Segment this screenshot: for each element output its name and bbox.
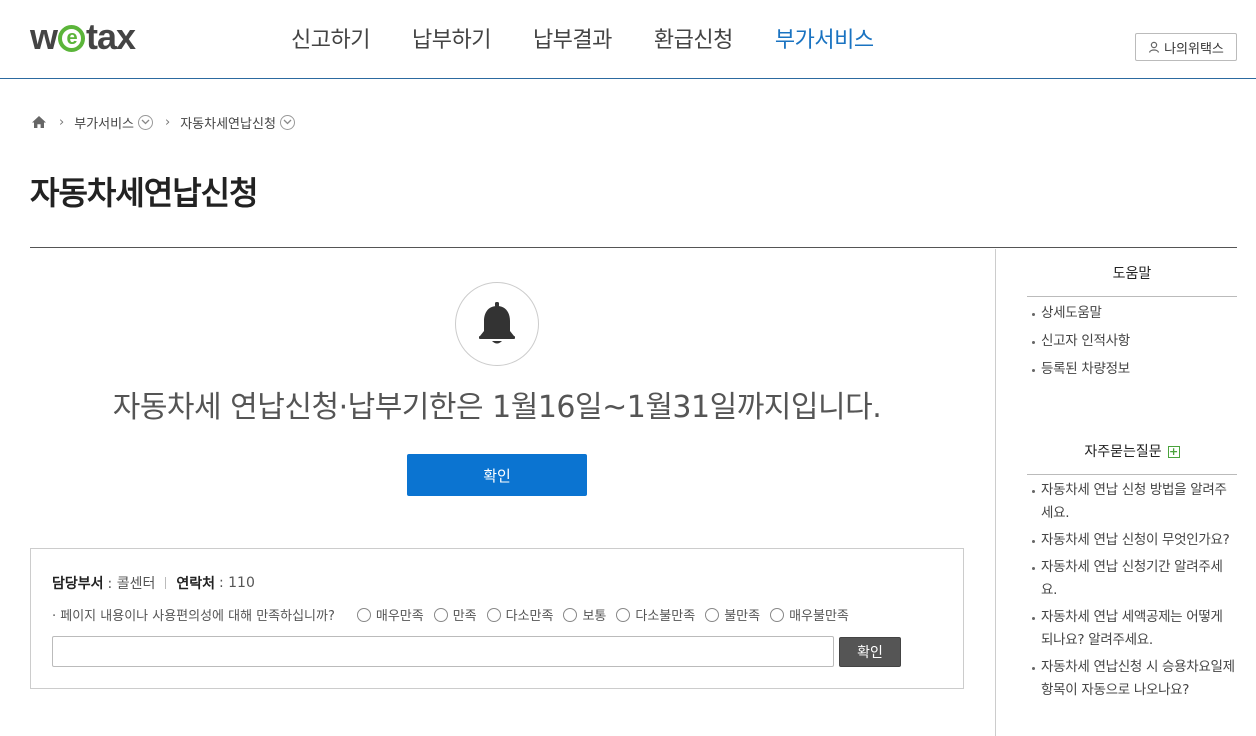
radio-button[interactable] bbox=[486, 607, 501, 622]
radio-somewhat-satisfied[interactable]: 다소만족 bbox=[486, 605, 554, 624]
radio-label: 보통 bbox=[582, 609, 607, 624]
bell-icon bbox=[479, 302, 515, 344]
radio-very-dissatisfied[interactable]: 매우불만족 bbox=[770, 605, 849, 624]
logo-e-circle: e bbox=[58, 24, 86, 52]
notice-message: 자동차세 연납신청·납부기한은 1월16일~1월31일까지입니다. bbox=[112, 390, 882, 425]
breadcrumb-label: 자동차세연납신청 bbox=[180, 116, 276, 132]
radio-button[interactable] bbox=[705, 607, 720, 622]
person-icon bbox=[1149, 41, 1160, 53]
help-list: 상세도움말 신고자 인적사항 등록된 차량정보 bbox=[1030, 302, 1238, 381]
breadcrumb: › 부가서비스 › 자동차세연납신청 bbox=[31, 112, 295, 132]
help-title: 도움말 bbox=[1027, 263, 1237, 297]
faq-title: 자주묻는질문 + bbox=[1027, 441, 1237, 475]
faq-title-label: 자주묻는질문 bbox=[1084, 444, 1162, 460]
nav-extra-services[interactable]: 부가서비스 bbox=[754, 22, 895, 54]
wetax-logo[interactable]: w e tax bbox=[30, 16, 136, 57]
radio-button[interactable] bbox=[356, 607, 371, 622]
nav-report[interactable]: 신고하기 bbox=[270, 22, 391, 54]
chevron-down-icon[interactable] bbox=[279, 114, 295, 130]
faq-item[interactable]: 자동차세 연납 세액공제는 어떻게 되나요? 알려주세요. bbox=[1030, 606, 1238, 652]
my-wetax-label: 나의위택스 bbox=[1164, 41, 1224, 57]
breadcrumb-item-extra-services[interactable]: 부가서비스 bbox=[74, 113, 154, 132]
radio-somewhat-dissatisfied[interactable]: 다소불만족 bbox=[616, 605, 695, 624]
radio-label: 다소만족 bbox=[505, 609, 554, 624]
contact-value: : 110 bbox=[218, 575, 255, 591]
radio-button[interactable] bbox=[770, 607, 785, 622]
help-item-detail[interactable]: 상세도움말 bbox=[1030, 302, 1238, 325]
chevron-down-icon[interactable] bbox=[138, 114, 154, 130]
nav-refund[interactable]: 환급신청 bbox=[633, 22, 754, 54]
chevron-right-icon: › bbox=[165, 114, 171, 130]
help-item-reporter[interactable]: 신고자 인적사항 bbox=[1030, 330, 1238, 353]
breadcrumb-item-current[interactable]: 자동차세연납신청 bbox=[180, 113, 295, 132]
faq-item[interactable]: 자동차세 연납 신청 방법을 알려주세요. bbox=[1030, 479, 1238, 525]
chevron-right-icon: › bbox=[59, 114, 65, 130]
radio-label: 매우불만족 bbox=[789, 609, 849, 624]
nav-payment[interactable]: 납부하기 bbox=[391, 22, 512, 54]
survey-row: · 페이지 내용이나 사용편의성에 대해 만족하십니까? 매우만족 만족 다소만… bbox=[52, 605, 859, 624]
radio-label: 다소불만족 bbox=[635, 609, 696, 624]
info-divider bbox=[165, 577, 167, 589]
breadcrumb-label: 부가서비스 bbox=[74, 116, 135, 132]
my-wetax-button[interactable]: 나의위택스 bbox=[1135, 33, 1237, 61]
radio-label: 만족 bbox=[452, 609, 477, 624]
page-title: 자동차세연납신청 bbox=[30, 174, 259, 212]
confirm-button[interactable]: 확인 bbox=[407, 454, 587, 496]
help-title-label: 도움말 bbox=[1112, 266, 1152, 282]
plus-icon[interactable]: + bbox=[1167, 446, 1180, 458]
help-item-vehicle[interactable]: 등록된 차량정보 bbox=[1030, 358, 1238, 381]
radio-satisfied[interactable]: 만족 bbox=[433, 605, 477, 624]
radio-button[interactable] bbox=[616, 607, 631, 622]
radio-button[interactable] bbox=[563, 607, 578, 622]
global-nav: 신고하기 납부하기 납부결과 환급신청 부가서비스 bbox=[270, 22, 895, 54]
sidebar-divider bbox=[995, 249, 996, 736]
contact-label: 연락처 bbox=[176, 576, 215, 592]
radio-very-satisfied[interactable]: 매우만족 bbox=[356, 605, 424, 624]
dept-value: : 콜센터 bbox=[107, 576, 156, 592]
faq-item[interactable]: 자동차세 연납 신청이 무엇인가요? bbox=[1030, 529, 1238, 552]
opinion-input[interactable] bbox=[52, 636, 834, 667]
site-header: w e tax 신고하기 납부하기 납부결과 환급신청 부가서비스 나의위택스 bbox=[0, 0, 1256, 79]
satisfaction-survey: 담당부서 : 콜센터 연락처 : 110 · 페이지 내용이나 사용편의성에 대… bbox=[30, 548, 964, 689]
dept-label: 담당부서 bbox=[52, 576, 104, 592]
radio-neutral[interactable]: 보통 bbox=[563, 605, 606, 624]
survey-question: · 페이지 내용이나 사용편의성에 대해 만족하십니까? bbox=[52, 609, 335, 624]
radio-button[interactable] bbox=[433, 607, 448, 622]
radio-label: 매우만족 bbox=[375, 609, 424, 624]
faq-item[interactable]: 자동차세 연납신청 시 승용차요일제 항목이 자동으로 나오나요? bbox=[1030, 656, 1238, 702]
bell-icon-circle bbox=[455, 282, 539, 366]
radio-dissatisfied[interactable]: 불만족 bbox=[705, 605, 760, 624]
nav-payment-result[interactable]: 납부결과 bbox=[512, 22, 633, 54]
logo-tax: tax bbox=[86, 16, 136, 57]
title-divider bbox=[30, 247, 1237, 248]
contact-info: 담당부서 : 콜센터 연락처 : 110 bbox=[52, 573, 255, 593]
logo-w: w bbox=[30, 16, 58, 57]
survey-submit-button[interactable]: 확인 bbox=[839, 637, 901, 667]
faq-list: 자동차세 연납 신청 방법을 알려주세요. 자동차세 연납 신청이 무엇인가요?… bbox=[1030, 479, 1238, 702]
radio-label: 불만족 bbox=[724, 609, 761, 624]
faq-item[interactable]: 자동차세 연납 신청기간 알려주세요. bbox=[1030, 556, 1238, 602]
home-icon[interactable] bbox=[31, 115, 47, 129]
